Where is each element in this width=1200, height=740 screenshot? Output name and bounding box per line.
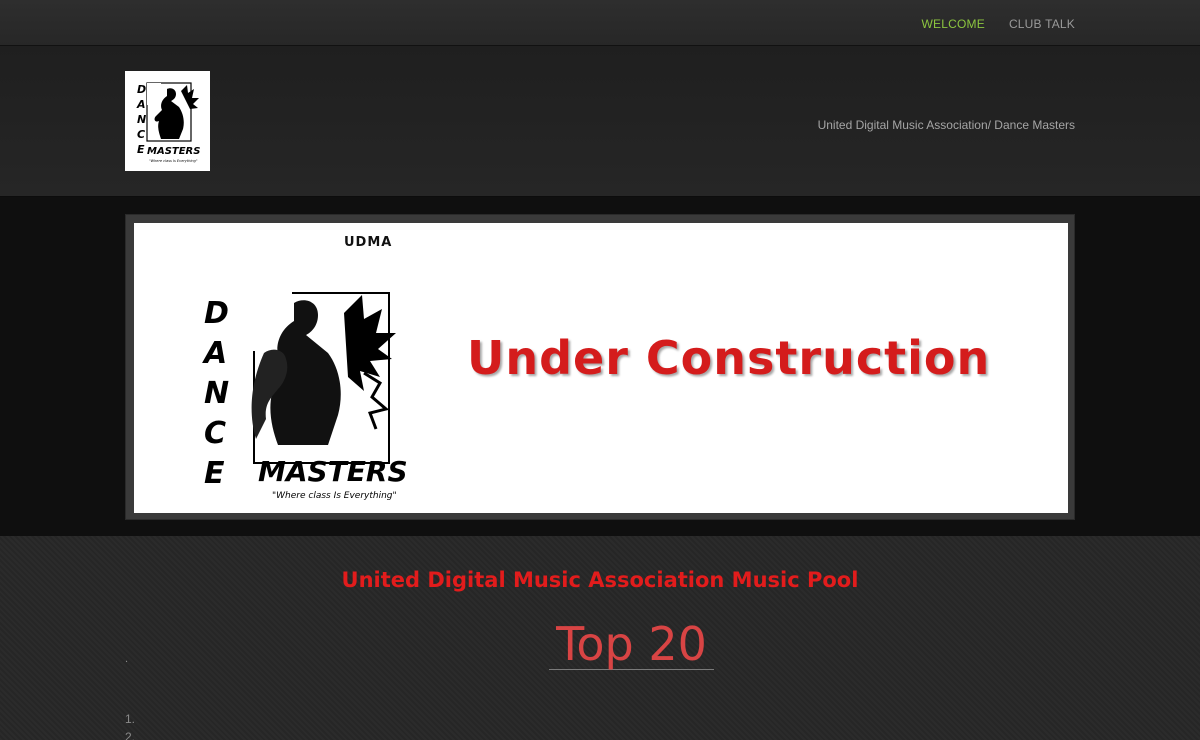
top-20-list: 1. 2. <box>125 710 135 740</box>
svg-text:E: E <box>137 143 145 156</box>
svg-text:C: C <box>204 416 226 451</box>
banner-frame: UDMA D A N C E MASTERS "Where class Is E… <box>125 214 1075 520</box>
svg-text:N: N <box>204 376 229 411</box>
svg-text:MASTERS: MASTERS <box>147 146 200 157</box>
svg-text:N: N <box>137 113 146 126</box>
svg-text:A: A <box>202 336 227 371</box>
site-header: D A N C E MASTERS "Where class Is Everyt… <box>0 46 1200 197</box>
list-item: 1. <box>125 712 136 726</box>
svg-text:C: C <box>137 128 145 141</box>
nav-item-welcome[interactable]: WELCOME <box>922 17 985 31</box>
dance-masters-banner-logo-icon: D A N C E MASTERS "Where class Is Everyt… <box>202 291 408 501</box>
svg-text:"Where class Is Everything": "Where class Is Everything" <box>149 159 198 163</box>
music-pool-title: United Digital Music Association Music P… <box>341 568 859 592</box>
svg-text:D: D <box>204 296 229 331</box>
list-item: 2. <box>125 730 136 740</box>
site-logo[interactable]: D A N C E MASTERS "Where class Is Everyt… <box>125 71 210 171</box>
main-nav: WELCOME CLUB TALK <box>922 17 1075 31</box>
svg-text:E: E <box>204 456 225 491</box>
top-20-heading: Top 20 <box>549 619 714 670</box>
banner-section: UDMA D A N C E MASTERS "Where class Is E… <box>0 197 1200 536</box>
under-construction-headline: Under Construction <box>467 331 991 385</box>
svg-text:MASTERS: MASTERS <box>258 455 408 488</box>
top-nav-bar: WELCOME CLUB TALK <box>0 0 1200 46</box>
dance-masters-logo-icon: D A N C E MASTERS "Where class Is Everyt… <box>125 71 210 171</box>
banner-image: UDMA D A N C E MASTERS "Where class Is E… <box>134 223 1068 513</box>
nav-item-club-talk[interactable]: CLUB TALK <box>1009 17 1075 31</box>
svg-text:A: A <box>136 98 146 111</box>
banner-badge: UDMA <box>344 235 393 250</box>
svg-text:D: D <box>137 83 146 96</box>
stray-dot: . <box>125 653 129 665</box>
main-content: United Digital Music Association Music P… <box>0 536 1200 740</box>
svg-text:"Where class Is Everything": "Where class Is Everything" <box>272 491 397 501</box>
site-tagline: United Digital Music Association/ Dance … <box>817 118 1075 132</box>
